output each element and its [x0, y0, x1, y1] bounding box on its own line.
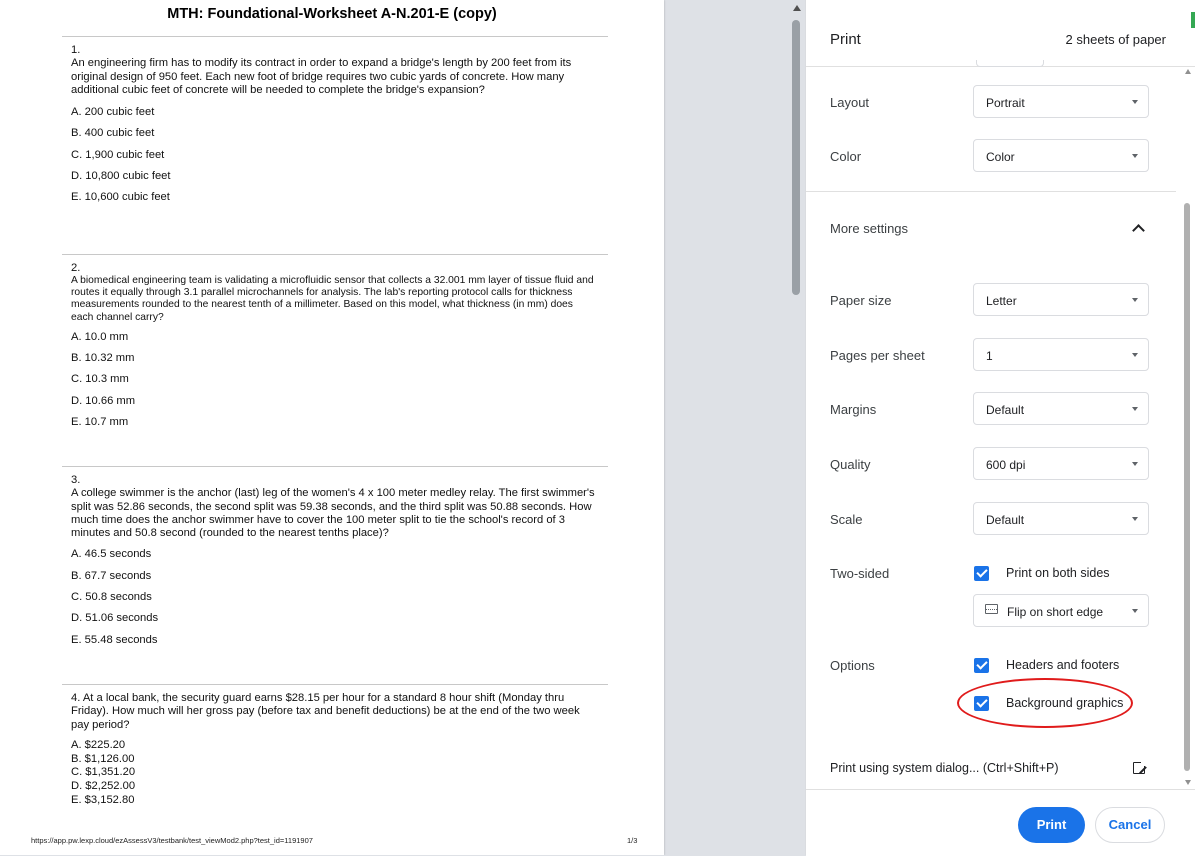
- two-sided-label: Two-sided: [830, 566, 890, 581]
- margins-select[interactable]: Default: [973, 392, 1149, 425]
- scale-label: Scale: [830, 512, 863, 527]
- pages-per-sheet-value: 1: [986, 349, 993, 363]
- divider: [806, 191, 1176, 192]
- question-1: 1. An engineering firm has to modify its…: [62, 36, 608, 255]
- layout-select[interactable]: Portrait: [973, 85, 1149, 118]
- paper-size-label: Paper size: [830, 293, 892, 308]
- question-number: 3.: [71, 474, 81, 486]
- partial-select: [976, 60, 1044, 67]
- color-select[interactable]: Color: [973, 139, 1149, 172]
- answer-choice: E. $3,152.80: [71, 794, 135, 807]
- quality-label: Quality: [830, 457, 871, 472]
- dropdown-caret-icon: [1132, 407, 1138, 411]
- pages-per-sheet-select[interactable]: 1: [973, 338, 1149, 371]
- print-both-sides-label[interactable]: Print on both sides: [1006, 566, 1110, 580]
- dropdown-caret-icon: [1132, 609, 1138, 613]
- layout-value: Portrait: [986, 96, 1025, 110]
- quality-value: 600 dpi: [986, 458, 1026, 472]
- document-title: MTH: Foundational-Worksheet A-N.201-E (c…: [167, 6, 497, 22]
- scroll-up-arrow-icon[interactable]: [793, 5, 801, 11]
- dropdown-caret-icon: [1132, 462, 1138, 466]
- answer-choice: C. 50.8 seconds: [71, 591, 152, 604]
- panel-footer: Print Cancel: [806, 789, 1195, 856]
- options-label: Options: [830, 658, 875, 673]
- answer-choice: D. 10,800 cubic feet: [71, 170, 171, 183]
- answer-choice: A. 46.5 seconds: [71, 548, 152, 561]
- question-text: An engineering firm has to modify its co…: [71, 57, 572, 96]
- open-external-icon[interactable]: [1133, 760, 1147, 774]
- highlight-annotation: [957, 678, 1133, 728]
- dropdown-caret-icon: [1132, 100, 1138, 104]
- paper-size-value: Letter: [986, 294, 1017, 308]
- pages-per-sheet-label: Pages per sheet: [830, 348, 925, 363]
- flip-edge-select[interactable]: Flip on short edge: [973, 594, 1149, 627]
- more-settings-label: More settings: [830, 221, 909, 236]
- preview-scrollbar[interactable]: [790, 0, 805, 855]
- page-footer-number: 1/3: [627, 836, 638, 845]
- answer-choice: C. $1,351.20: [71, 766, 136, 779]
- answer-choice: C. 10.3 mm: [71, 373, 129, 386]
- question-text: A college swimmer is the anchor (last) l…: [71, 487, 595, 540]
- print-preview: MTH: Foundational-Worksheet A-N.201-E (c…: [0, 0, 790, 855]
- scale-select[interactable]: Default: [973, 502, 1149, 535]
- scroll-down-arrow-icon[interactable]: [1185, 780, 1191, 785]
- layout-label: Layout: [830, 95, 870, 110]
- preview-scrollbar-thumb[interactable]: [792, 20, 800, 295]
- answer-choice: B. 10.32 mm: [71, 352, 135, 365]
- answer-choice: B. 400 cubic feet: [71, 127, 155, 140]
- print-both-sides-checkbox[interactable]: [974, 566, 989, 581]
- page-footer-url: https://app.pw.lexp.cloud/ezAssessV3/tes…: [31, 836, 313, 845]
- question-number: 1.: [71, 44, 81, 56]
- dropdown-caret-icon: [1132, 298, 1138, 302]
- panel-title: Print: [830, 31, 861, 48]
- color-value: Color: [986, 150, 1015, 164]
- question-4: 4. At a local bank, the security guard e…: [62, 684, 608, 825]
- headers-footers-checkbox[interactable]: [974, 658, 989, 673]
- print-button[interactable]: Print: [1018, 807, 1085, 843]
- flip-edge-icon: [985, 604, 998, 614]
- margins-label: Margins: [830, 402, 877, 417]
- panel-scrollbar-thumb[interactable]: [1184, 203, 1190, 771]
- sheet-count: 2 sheets of paper: [1065, 32, 1166, 47]
- flip-edge-value: Flip on short edge: [1007, 605, 1104, 619]
- question-2: 2. A biomedical engineering team is vali…: [62, 254, 608, 467]
- dropdown-caret-icon: [1132, 353, 1138, 357]
- panel-scrollbar[interactable]: [1182, 66, 1195, 789]
- dropdown-caret-icon: [1132, 154, 1138, 158]
- answer-choice: D. 51.06 seconds: [71, 612, 159, 625]
- quality-select[interactable]: 600 dpi: [973, 447, 1149, 480]
- question-number: 4.: [71, 692, 81, 704]
- panel-header: Print 2 sheets of paper: [806, 0, 1195, 67]
- cancel-button[interactable]: Cancel: [1095, 807, 1165, 843]
- chevron-up-icon: [1132, 224, 1145, 237]
- more-settings-toggle[interactable]: More settings: [806, 205, 1176, 251]
- answer-choice: E. 10,600 cubic feet: [71, 191, 170, 204]
- window-edge-indicator: [1191, 12, 1195, 28]
- answer-choice: D. $2,252.00: [71, 780, 136, 793]
- color-label: Color: [830, 149, 862, 164]
- question-3: 3. A college swimmer is the anchor (last…: [62, 466, 608, 685]
- question-text: A biomedical engineering team is validat…: [71, 275, 594, 323]
- answer-choice: B. 67.7 seconds: [71, 569, 152, 582]
- answer-choice: B. $1,126.00: [71, 752, 135, 765]
- paper-size-select[interactable]: Letter: [973, 283, 1149, 316]
- answer-choice: D. 10.66 mm: [71, 394, 136, 407]
- question-number: 2.: [71, 262, 81, 274]
- dropdown-caret-icon: [1132, 517, 1138, 521]
- answer-choice: A. $225.20: [71, 738, 126, 751]
- scale-value: Default: [986, 513, 1025, 527]
- system-dialog-link[interactable]: Print using system dialog... (Ctrl+Shift…: [830, 761, 1059, 775]
- preview-page: MTH: Foundational-Worksheet A-N.201-E (c…: [0, 0, 664, 855]
- answer-choice: A. 200 cubic feet: [71, 106, 155, 119]
- print-settings-panel: Print 2 sheets of paper Layout Portrait …: [805, 0, 1195, 856]
- headers-footers-label[interactable]: Headers and footers: [1006, 658, 1119, 672]
- scroll-up-arrow-icon[interactable]: [1185, 69, 1191, 74]
- answer-choice: E. 10.7 mm: [71, 416, 129, 428]
- question-text: At a local bank, the security guard earn…: [71, 692, 580, 731]
- answer-choice: E. 55.48 seconds: [71, 633, 158, 646]
- answer-choice: C. 1,900 cubic feet: [71, 148, 165, 161]
- margins-value: Default: [986, 403, 1025, 417]
- answer-choice: A. 10.0 mm: [71, 330, 129, 343]
